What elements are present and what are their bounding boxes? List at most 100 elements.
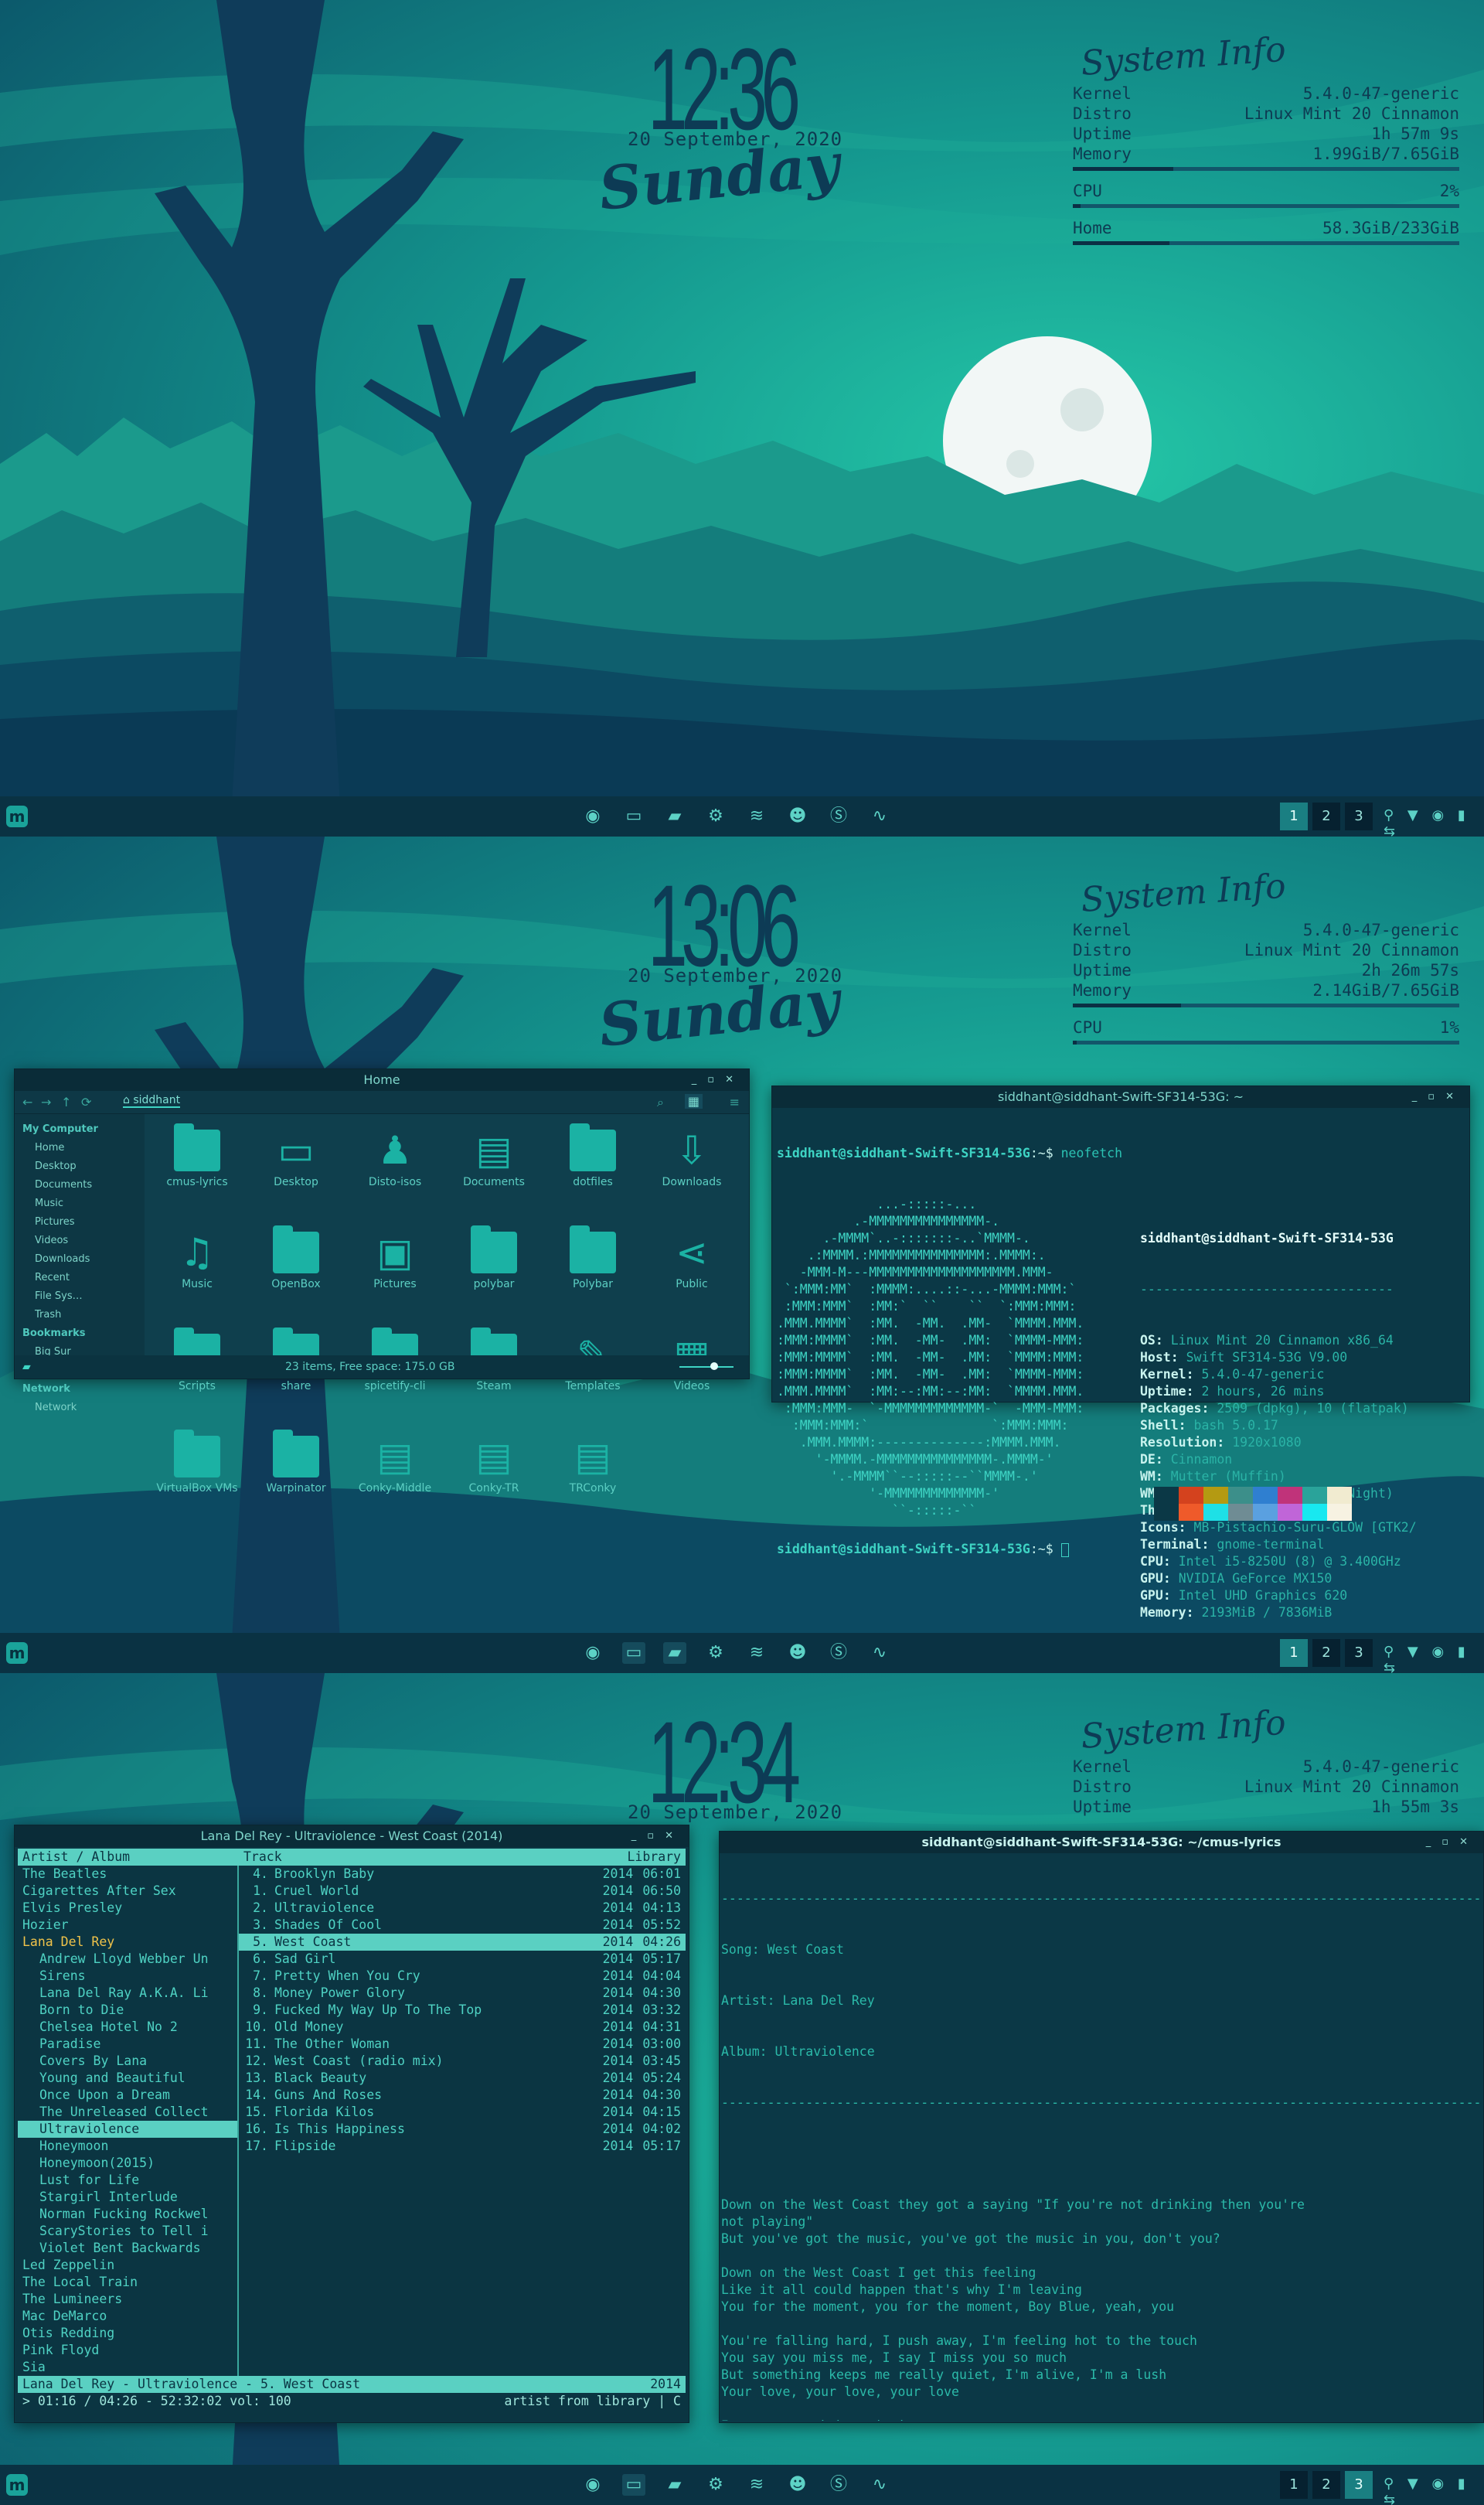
reload-icon[interactable]: ⟳ (81, 1095, 91, 1109)
window-controls[interactable]: _▫✕ (1426, 1832, 1479, 1853)
mint-menu-icon[interactable]: m (6, 806, 28, 827)
file-item[interactable]: ▤ Documents (448, 1130, 540, 1188)
window-controls[interactable]: _▫✕ (692, 1069, 744, 1091)
steam-icon[interactable]: ⚙ (704, 806, 727, 827)
back-icon[interactable]: ← (22, 1095, 32, 1109)
spotify-icon[interactable]: ≋ (745, 1642, 768, 1664)
track-row[interactable]: 14. Guns And Roses 2014 04:30 (239, 2087, 686, 2104)
file-item[interactable]: ▤ TRConky (546, 1436, 639, 1494)
lyrics-titlebar[interactable]: siddhant@siddhant-Swift-SF314-53G: ~/cmu… (720, 1832, 1483, 1853)
album-item[interactable]: Born to Die (18, 2002, 237, 2019)
track-row[interactable]: 12. West Coast (radio mix) 2014 03:45 (239, 2053, 686, 2070)
firefox-icon[interactable]: ◉ (581, 806, 604, 827)
terminal-icon[interactable]: ▭ (622, 806, 645, 827)
workspace-3[interactable]: 3 (1345, 1639, 1373, 1667)
artist-item[interactable]: Led Zeppelin (18, 2257, 237, 2274)
sidebar-item[interactable]: Videos (15, 1232, 145, 1250)
sidebar-item[interactable]: Trash (15, 1306, 145, 1324)
steam-icon[interactable]: ⚙ (704, 2474, 727, 2496)
skype-icon[interactable]: Ⓢ (827, 806, 850, 827)
sidebar-item[interactable]: Documents (15, 1176, 145, 1195)
terminal-icon[interactable]: ▭ (622, 1642, 645, 1664)
artist-item[interactable]: Pink Floyd (18, 2342, 237, 2359)
sidebar-item[interactable]: Downloads (15, 1250, 145, 1269)
grid-view-icon[interactable]: ▦ (684, 1094, 703, 1109)
workspace-1[interactable]: 1 (1280, 803, 1308, 830)
album-item[interactable]: Stargirl Interlude (18, 2189, 237, 2206)
window-controls[interactable]: _▫✕ (631, 1825, 684, 1847)
track-row[interactable]: 4. Brooklyn Baby 2014 06:01 (239, 1866, 686, 1883)
files-icon[interactable]: ▰ (663, 2474, 686, 2496)
up-icon[interactable]: ↑ (61, 1095, 71, 1109)
album-item[interactable]: Sirens (18, 1968, 237, 1985)
album-item[interactable]: Young and Beautiful (18, 2070, 237, 2087)
file-item[interactable]: VirtualBox VMs (151, 1430, 243, 1494)
artist-item[interactable]: Mac DeMarco (18, 2308, 237, 2325)
album-item[interactable]: Chelsea Hotel No 2 (18, 2019, 237, 2036)
sidebar-item[interactable]: Network (15, 1399, 145, 1417)
files-icon[interactable]: ▰ (663, 806, 686, 827)
sidebar-item[interactable]: Desktop (15, 1157, 145, 1176)
artist-item[interactable]: The Lumineers (18, 2291, 237, 2308)
track-row[interactable]: 11. The Other Woman 2014 03:00 (239, 2036, 686, 2053)
file-item[interactable]: ♟ Disto-isos (349, 1130, 441, 1188)
workspace-2[interactable]: 2 (1312, 1639, 1340, 1667)
sidebar-toggle-icon[interactable]: ▰ (22, 1355, 31, 1379)
album-item[interactable]: Once Upon a Dream (18, 2087, 237, 2104)
artist-item[interactable]: Sia (18, 2359, 237, 2376)
spotify-icon[interactable]: ≋ (745, 806, 768, 827)
github-icon[interactable]: ☻ (786, 1642, 809, 1664)
forward-icon[interactable]: → (41, 1095, 51, 1109)
workspace-2[interactable]: 2 (1312, 2471, 1340, 2499)
terminal-output[interactable]: siddhant@siddhant-Swift-SF314-53G:~$ neo… (772, 1108, 1469, 1672)
system-tray[interactable]: ⚲ ▼ ◉ ▮ ⇆ (1384, 807, 1484, 840)
system-monitor-icon[interactable]: ∿ (868, 1642, 891, 1664)
track-row[interactable]: 8. Money Power Glory 2014 04:30 (239, 1985, 686, 2002)
file-item[interactable]: ▭ Desktop (250, 1130, 342, 1188)
sidebar-section-header[interactable]: My Computer (15, 1120, 145, 1139)
workspace-3[interactable]: 3 (1345, 803, 1373, 830)
sidebar-item[interactable]: Pictures (15, 1213, 145, 1232)
breadcrumb-home[interactable]: siddhant (133, 1094, 180, 1106)
skype-icon[interactable]: Ⓢ (827, 1642, 850, 1664)
album-item[interactable]: Covers By Lana (18, 2053, 237, 2070)
track-row[interactable]: 10. Old Money 2014 04:31 (239, 2019, 686, 2036)
workspace-3[interactable]: 3 (1345, 2471, 1373, 2499)
workspace-2[interactable]: 2 (1312, 803, 1340, 830)
list-view-icon[interactable]: ≡ (730, 1095, 740, 1109)
files-icon[interactable]: ▰ (663, 1642, 686, 1664)
zoom-slider[interactable] (679, 1366, 733, 1368)
file-item[interactable]: ▤ Conky-TR (448, 1436, 540, 1494)
github-icon[interactable]: ☻ (786, 806, 809, 827)
sidebar-section-header[interactable]: Network (15, 1380, 145, 1399)
artist-item[interactable]: Otis Redding (18, 2325, 237, 2342)
track-row[interactable]: 15. Florida Kilos 2014 04:15 (239, 2104, 686, 2121)
file-item[interactable]: ⋖ Public (645, 1232, 738, 1290)
album-item[interactable]: The Unreleased Collect (18, 2104, 237, 2121)
skype-icon[interactable]: Ⓢ (827, 2474, 850, 2496)
search-icon[interactable]: ⌕ (657, 1095, 664, 1110)
system-monitor-icon[interactable]: ∿ (868, 806, 891, 827)
track-row[interactable]: 1. Cruel World 2014 06:50 (239, 1883, 686, 1900)
file-item[interactable]: ▣ Pictures (349, 1232, 441, 1290)
firefox-icon[interactable]: ◉ (581, 2474, 604, 2496)
album-item[interactable]: Ultraviolence (18, 2121, 237, 2138)
terminal-titlebar[interactable]: siddhant@siddhant-Swift-SF314-53G: ~ _▫✕ (772, 1086, 1469, 1108)
mint-menu-icon[interactable]: m (6, 1642, 28, 1664)
workspace-1[interactable]: 1 (1280, 1639, 1308, 1667)
window-controls[interactable]: _▫✕ (1412, 1086, 1465, 1108)
album-item[interactable]: Andrew Lloyd Webber Un (18, 1951, 237, 1968)
artist-item[interactable]: Elvis Presley (18, 1900, 237, 1917)
album-item[interactable]: Honeymoon (18, 2138, 237, 2155)
track-row[interactable]: 9. Fucked My Way Up To The Top 2014 03:32 (239, 2002, 686, 2019)
system-tray[interactable]: ⚲ ▼ ◉ ▮ ⇆ (1384, 2476, 1484, 2505)
track-row[interactable]: 2. Ultraviolence 2014 04:13 (239, 1900, 686, 1917)
track-row[interactable]: 17. Flipside 2014 05:17 (239, 2138, 686, 2155)
album-item[interactable]: Honeymoon(2015) (18, 2155, 237, 2172)
breadcrumb[interactable]: ⌂ siddhant (123, 1094, 181, 1108)
sidebar-item[interactable]: Music (15, 1195, 145, 1213)
firefox-icon[interactable]: ◉ (581, 1642, 604, 1664)
file-item[interactable]: ▤ Conky-Middle (349, 1436, 441, 1494)
album-item[interactable]: Lana Del Ray A.K.A. Li (18, 1985, 237, 2002)
artist-item[interactable]: The Beatles (18, 1866, 237, 1883)
